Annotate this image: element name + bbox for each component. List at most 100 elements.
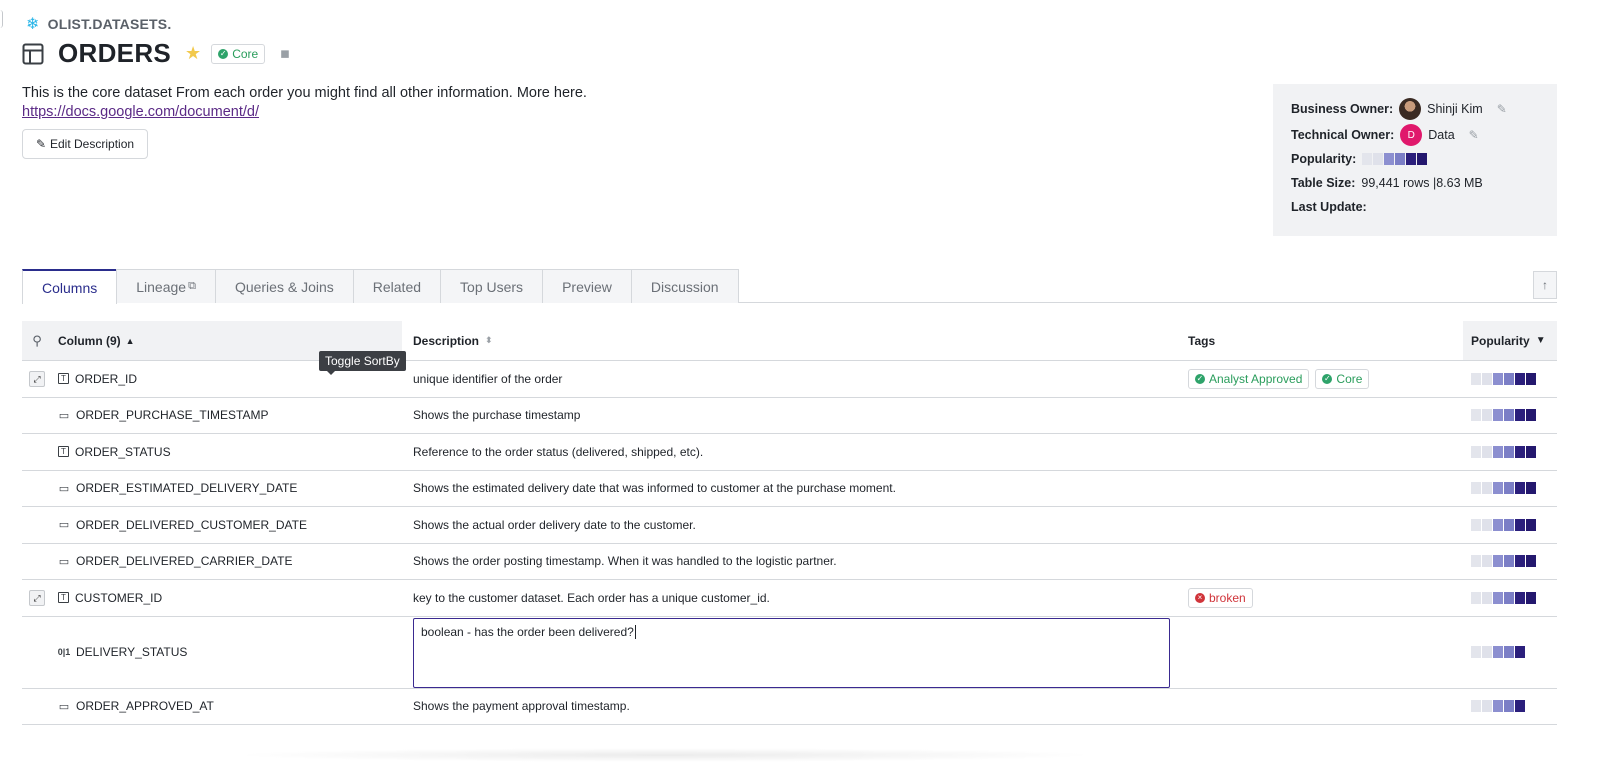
column-name[interactable]: ORDER_ID (75, 372, 137, 386)
tab-related[interactable]: Related (352, 269, 442, 303)
tag-badge[interactable]: × broken (1188, 587, 1253, 608)
date-type-icon: ▭ (58, 700, 70, 713)
search-icon[interactable]: ⚲ (22, 333, 52, 349)
column-name[interactable]: DELIVERY_STATUS (76, 645, 187, 659)
date-type-icon: ▭ (58, 409, 70, 422)
popularity-meter (1471, 700, 1525, 713)
text-type-icon: T (58, 373, 69, 385)
breadcrumb-path[interactable]: OLIST.DATASETS. (48, 16, 172, 32)
description-text: key to the customer dataset. Each order … (413, 590, 770, 605)
table-row[interactable]: ⤢ T ORDER_ID unique identifier of the order… (22, 361, 1557, 398)
description-cell[interactable]: Shows the order posting timestamp. When … (402, 544, 1177, 580)
tags-cell: × broken (1177, 580, 1463, 616)
tags-cell (1177, 507, 1463, 543)
tags-header-label: Tags (1188, 333, 1216, 348)
column-name[interactable]: ORDER_APPROVED_AT (76, 699, 214, 713)
tags-cell: ✓ Analyst Approved ✓ Core (1177, 361, 1463, 397)
pencil-icon[interactable]: ✎ (1497, 102, 1507, 116)
scroll-top-button[interactable]: ↑ (1533, 271, 1557, 299)
popularity-cell (1463, 617, 1557, 688)
description-cell[interactable]: unique identifier of the order (402, 361, 1177, 397)
description-cell[interactable]: Reference to the order status (delivered… (402, 434, 1177, 470)
description-text: This is the core dataset From each order… (22, 85, 587, 101)
popularity-meter (1362, 153, 1428, 165)
table-row[interactable]: ▭ ORDER_APPROVED_AT Shows the payment appr… (22, 689, 1557, 725)
popularity-meter (1471, 555, 1536, 568)
column-name-cell: ▭ ORDER_PURCHASE_TIMESTAMP (22, 398, 402, 434)
column-name[interactable]: CUSTOMER_ID (75, 591, 162, 605)
table-row[interactable]: ⤢ T CUSTOMER_ID key to the customer dataset… (22, 580, 1557, 617)
tab-discussion[interactable]: Discussion (630, 269, 739, 303)
tags-list: ✓ Analyst Approved ✓ Core (1188, 368, 1370, 389)
description-cell[interactable]: Shows the estimated delivery date that w… (402, 471, 1177, 507)
column-name-cell: ⤢ T CUSTOMER_ID (22, 580, 402, 616)
popularity-cell (1463, 398, 1557, 434)
tags-header[interactable]: Tags (1177, 321, 1463, 360)
description-text: Shows the order posting timestamp. When … (413, 554, 837, 569)
expand-icon[interactable]: ⤢ (29, 589, 45, 606)
last-update-row: Last Update: (1291, 196, 1539, 218)
column-name[interactable]: ORDER_PURCHASE_TIMESTAMP (76, 408, 268, 422)
tab-preview[interactable]: Preview (542, 269, 632, 303)
column-name-cell: ▭ ORDER_ESTIMATED_DELIVERY_DATE (22, 471, 402, 507)
tags-cell (1177, 471, 1463, 507)
title-row: ORDERS ★ ✓ Core ◆ (22, 38, 294, 69)
tag-badge[interactable]: ✓ Analyst Approved (1188, 368, 1310, 389)
column-name[interactable]: ORDER_DELIVERED_CUSTOMER_DATE (76, 518, 307, 532)
table-row[interactable]: T ORDER_STATUS Reference to the order stat… (22, 434, 1557, 471)
business-owner-label: Business Owner: (1291, 102, 1394, 116)
table-row[interactable]: ▭ ORDER_PURCHASE_TIMESTAMP Shows the purch… (22, 398, 1557, 434)
description-cell[interactable]: key to the customer dataset. Each order … (402, 580, 1177, 616)
popularity-cell (1463, 507, 1557, 543)
column-name[interactable]: ORDER_DELIVERED_CARRIER_DATE (76, 554, 293, 568)
table-row[interactable]: ▭ ORDER_DELIVERED_CARRIER_DATE Shows the o… (22, 544, 1557, 580)
date-type-icon: ▭ (58, 555, 70, 568)
popularity-cell (1463, 544, 1557, 580)
tab-columns[interactable]: Columns (22, 269, 118, 304)
business-owner-name[interactable]: Shinji Kim (1427, 102, 1483, 116)
table-row[interactable]: 0|1 DELIVERY_STATUS boolean - has the orde… (22, 617, 1557, 689)
description-cell[interactable]: Shows the actual order delivery date to … (402, 507, 1177, 543)
description-cell[interactable]: Shows the payment approval timestamp. (402, 689, 1177, 725)
edit-description-button[interactable]: ✎ Edit Description (22, 129, 148, 159)
tab-top-users[interactable]: Top Users (440, 269, 544, 303)
table-size-row: Table Size: 99,441 rows |8.63 MB (1291, 172, 1539, 194)
table-row[interactable]: ▭ ORDER_ESTIMATED_DELIVERY_DATE Shows the … (22, 471, 1557, 507)
table-row[interactable]: ▭ ORDER_DELIVERED_CUSTOMER_DATE Shows the … (22, 507, 1557, 544)
description-cell[interactable]: boolean - has the order been delivered? (402, 617, 1177, 688)
description-link[interactable]: https://docs.google.com/document/d/ (22, 104, 587, 120)
snowflake-icon: ❄ (26, 16, 40, 33)
popularity-meter (1471, 409, 1536, 422)
tab-lineage[interactable]: Lineage ⧉ (116, 269, 216, 303)
popularity-meter (1471, 591, 1536, 604)
popularity-header[interactable]: Popularity ▼ (1463, 321, 1557, 360)
tag-icon[interactable]: ◆ (275, 44, 295, 64)
boolean-type-icon: 0|1 (57, 647, 71, 657)
pencil-icon[interactable]: ✎ (1469, 128, 1479, 142)
tab-queries-joins[interactable]: Queries & Joins (214, 269, 354, 303)
expand-icon[interactable]: ⤢ (29, 370, 45, 387)
column-name-cell: ▭ ORDER_APPROVED_AT (22, 689, 402, 725)
popularity-label: Popularity: (1291, 152, 1357, 166)
tag-badge[interactable]: ✓ Core (1315, 368, 1370, 389)
description-header[interactable]: Description ⬍ (402, 321, 1177, 360)
sort-icon[interactable]: ⬍ (485, 335, 493, 346)
core-badge[interactable]: ✓ Core (211, 43, 266, 64)
description-cell[interactable]: Shows the purchase timestamp (402, 398, 1177, 434)
expand-cell: ⤢ (22, 589, 52, 606)
column-name[interactable]: ORDER_ESTIMATED_DELIVERY_DATE (76, 481, 297, 495)
avatar: D (1400, 124, 1423, 146)
column-name[interactable]: ORDER_STATUS (75, 445, 171, 459)
tooltip: Toggle SortBy (319, 351, 406, 375)
star-icon[interactable]: ★ (185, 43, 201, 64)
description-editor[interactable]: boolean - has the order been delivered? (413, 617, 1170, 688)
text-type-icon: T (58, 592, 69, 604)
technical-owner-name[interactable]: Data (1428, 128, 1454, 142)
popularity-cell (1463, 580, 1557, 616)
description-text: Shows the actual order delivery date to … (413, 517, 696, 532)
check-icon: ✓ (218, 48, 229, 59)
sort-asc-icon[interactable]: ▲ (126, 336, 135, 346)
tag-label: Core (1336, 371, 1363, 386)
sort-desc-icon[interactable]: ▼ (1536, 335, 1546, 346)
tags-cell (1177, 544, 1463, 580)
